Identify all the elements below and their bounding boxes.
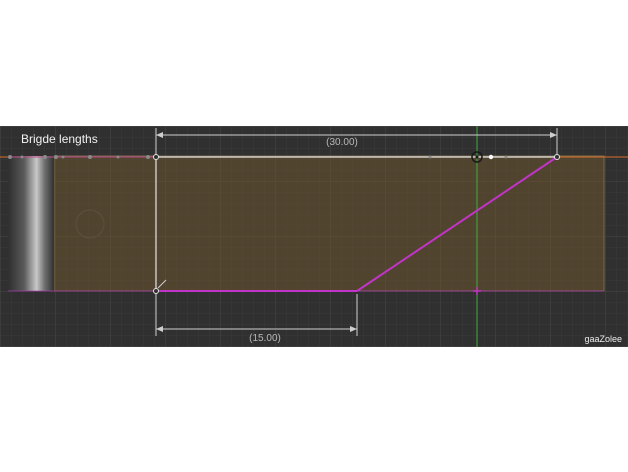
dimension-top-label[interactable]: (30.00): [326, 137, 358, 148]
cylinder-body[interactable]: [8, 156, 54, 291]
body-face[interactable]: [53, 155, 605, 292]
dimension-bottom-label[interactable]: (15.00): [249, 333, 281, 344]
author-credit: gaaZolee: [584, 334, 622, 344]
endpoint-top-left[interactable]: [153, 154, 159, 160]
viewport-title: Brigde lengths: [21, 132, 98, 146]
sketch-canvas[interactable]: [0, 126, 628, 347]
selected-point[interactable]: [488, 154, 494, 160]
endpoint-top-right[interactable]: [554, 154, 560, 160]
sketch-viewport[interactable]: Brigde lengths (30.00) (15.00) gaaZolee: [0, 126, 628, 347]
endpoint-bottom-left[interactable]: [153, 288, 159, 294]
